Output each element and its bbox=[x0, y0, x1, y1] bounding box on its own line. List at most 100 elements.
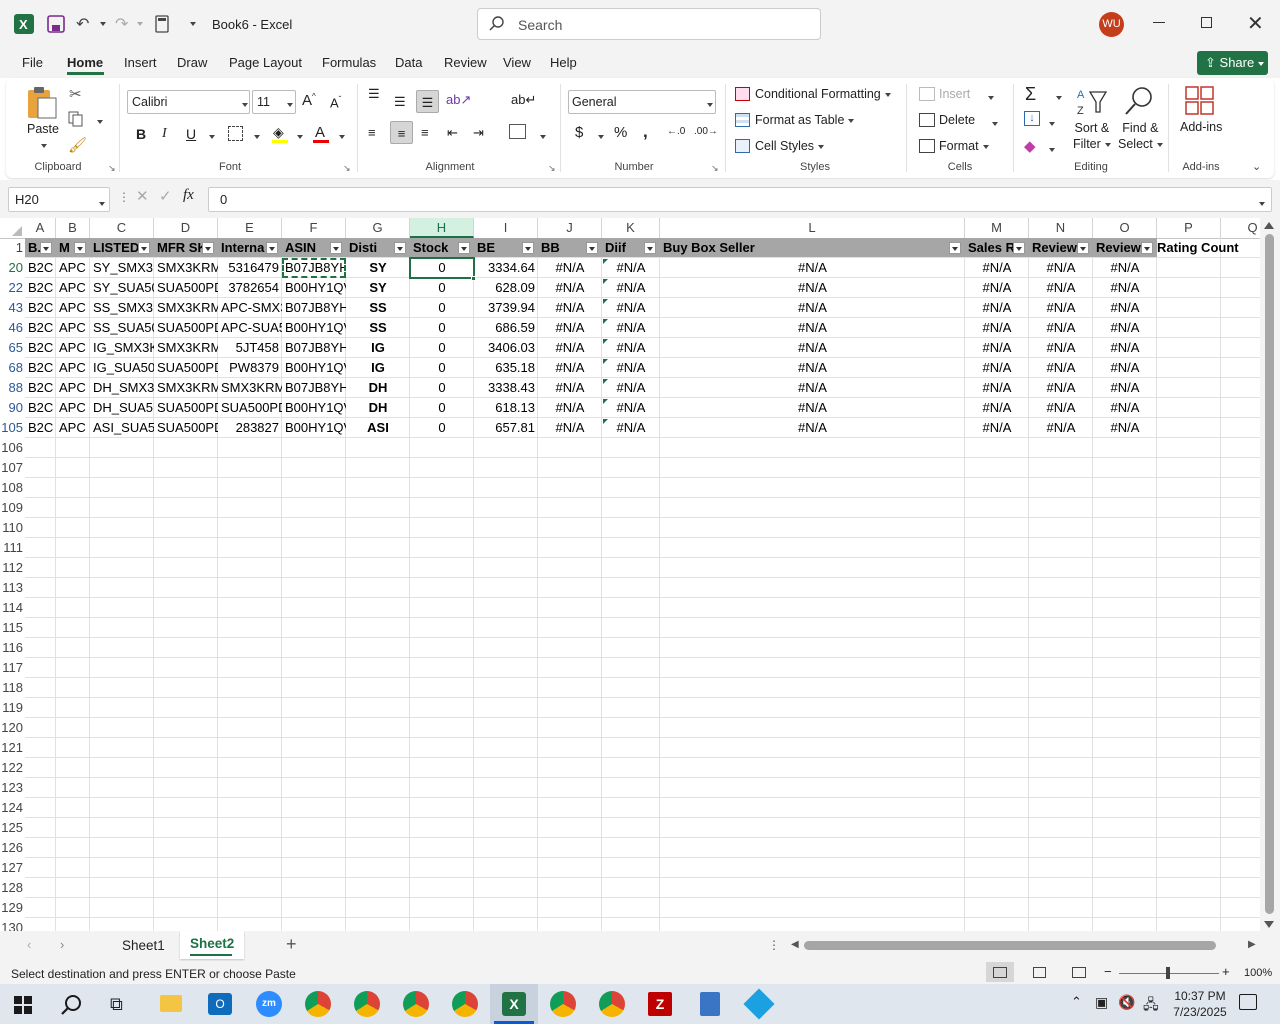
column-header-b[interactable]: B bbox=[56, 218, 90, 238]
filter-dropdown-icon[interactable] bbox=[330, 242, 342, 254]
add-ins-button[interactable]: Add-ins bbox=[1180, 120, 1222, 134]
table-cell[interactable]: #N/A bbox=[1029, 418, 1093, 438]
table-cell[interactable]: #N/A bbox=[965, 398, 1029, 418]
tab-draw[interactable]: Draw bbox=[177, 55, 207, 70]
tab-review[interactable]: Review bbox=[444, 55, 487, 70]
table-cell[interactable]: SY_SMX3K bbox=[90, 258, 154, 278]
format-as-table-button[interactable]: Format as Table bbox=[755, 113, 855, 127]
format-painter-icon[interactable]: 🖌 bbox=[68, 136, 87, 154]
vertical-scrollbar-thumb[interactable] bbox=[1265, 234, 1274, 914]
table-cell[interactable]: #N/A bbox=[965, 358, 1029, 378]
calculator-app-icon[interactable] bbox=[700, 992, 720, 1016]
table-cell[interactable]: #N/A bbox=[965, 378, 1029, 398]
table-cell[interactable]: #N/A bbox=[1029, 278, 1093, 298]
table-cell[interactable]: SUA500PD bbox=[154, 278, 218, 298]
table-cell[interactable]: 0 bbox=[410, 298, 474, 318]
tab-home[interactable]: Home bbox=[67, 55, 103, 70]
table-cell[interactable]: 283827 bbox=[218, 418, 282, 438]
table-cell[interactable]: #N/A bbox=[965, 298, 1029, 318]
row-header-120[interactable]: 120 bbox=[0, 718, 25, 738]
row-header-106[interactable]: 106 bbox=[0, 438, 25, 458]
table-cell[interactable]: ASI_SUA5 bbox=[90, 418, 154, 438]
chrome-profile-6-icon[interactable] bbox=[599, 991, 625, 1017]
row-header-90[interactable]: 90 bbox=[0, 398, 25, 418]
table-cell[interactable]: PW8379 bbox=[218, 358, 282, 378]
table-cell[interactable]: #N/A bbox=[1029, 338, 1093, 358]
vscroll-up-icon[interactable] bbox=[1264, 222, 1274, 229]
table-cell[interactable]: B2C bbox=[25, 298, 56, 318]
table-cell[interactable]: B07JB8YH bbox=[282, 378, 346, 398]
filter-dropdown-icon[interactable] bbox=[138, 242, 150, 254]
selected-cell-h20[interactable] bbox=[409, 257, 475, 279]
table-cell[interactable]: SUA500PD bbox=[154, 398, 218, 418]
row-header-65[interactable]: 65 bbox=[0, 338, 25, 358]
row-header-68[interactable]: 68 bbox=[0, 358, 25, 378]
row-header-123[interactable]: 123 bbox=[0, 778, 25, 798]
save-icon[interactable] bbox=[47, 15, 65, 33]
table-cell[interactable]: B2C bbox=[25, 358, 56, 378]
table-cell[interactable]: IG bbox=[346, 338, 410, 358]
italic-icon[interactable]: I bbox=[162, 126, 167, 142]
table-cell[interactable]: DH_SMX3 bbox=[90, 378, 154, 398]
zoom-level[interactable]: 100% bbox=[1244, 967, 1272, 979]
table-cell[interactable]: #N/A bbox=[1093, 398, 1157, 418]
delete-cells-button[interactable]: Delete bbox=[939, 113, 975, 127]
scroll-tabs-left-icon[interactable]: ‹ bbox=[27, 937, 31, 952]
chrome-profile-5-icon[interactable] bbox=[550, 991, 576, 1017]
table-cell[interactable]: SS bbox=[346, 318, 410, 338]
table-cell[interactable]: #N/A bbox=[602, 298, 660, 318]
table-cell[interactable]: 0 bbox=[410, 378, 474, 398]
number-launcher-icon[interactable]: ↘ bbox=[711, 163, 719, 174]
filter-dropdown-icon[interactable] bbox=[1077, 242, 1089, 254]
table-cell[interactable]: #N/A bbox=[1093, 418, 1157, 438]
table-cell[interactable]: SY bbox=[346, 258, 410, 278]
row-header-117[interactable]: 117 bbox=[0, 658, 25, 678]
decrease-decimal-icon[interactable]: .00→ bbox=[694, 126, 718, 137]
align-top-icon[interactable]: ☰ bbox=[368, 87, 380, 100]
table-cell[interactable]: IG bbox=[346, 358, 410, 378]
tab-insert[interactable]: Insert bbox=[124, 55, 157, 70]
clipboard-launcher-icon[interactable]: ↘ bbox=[108, 163, 116, 174]
font-launcher-icon[interactable]: ↘ bbox=[343, 163, 351, 174]
table-cell[interactable]: 635.18 bbox=[474, 358, 538, 378]
sort-filter-button[interactable]: Sort & Filter bbox=[1073, 120, 1111, 152]
table-cell[interactable]: SMX3KRM bbox=[154, 338, 218, 358]
table-cell[interactable]: APC bbox=[56, 418, 90, 438]
row-header-127[interactable]: 127 bbox=[0, 858, 25, 878]
table-cell[interactable]: APC bbox=[56, 398, 90, 418]
row-header-129[interactable]: 129 bbox=[0, 898, 25, 918]
column-header-c[interactable]: C bbox=[90, 218, 154, 238]
table-cell[interactable]: IG_SUA50 bbox=[90, 358, 154, 378]
column-header-f[interactable]: F bbox=[282, 218, 346, 238]
autosum-icon[interactable]: Σ bbox=[1025, 84, 1036, 105]
table-cell[interactable]: B2C bbox=[25, 398, 56, 418]
table-cell[interactable]: #N/A bbox=[1029, 298, 1093, 318]
vscroll-down-icon[interactable] bbox=[1264, 921, 1274, 928]
filezilla-icon[interactable]: Z bbox=[648, 992, 672, 1016]
table-cell[interactable]: SUA500PD bbox=[218, 398, 282, 418]
row-header-113[interactable]: 113 bbox=[0, 578, 25, 598]
sheet-tab-sheet1[interactable]: Sheet1 bbox=[122, 938, 165, 953]
merge-center-icon[interactable] bbox=[509, 124, 526, 139]
table-cell[interactable]: #N/A bbox=[602, 398, 660, 418]
tab-data[interactable]: Data bbox=[395, 55, 422, 70]
hscroll-right-icon[interactable]: ▶ bbox=[1248, 939, 1256, 950]
table-cell[interactable]: #N/A bbox=[1029, 378, 1093, 398]
table-cell[interactable]: B2C bbox=[25, 318, 56, 338]
column-header-j[interactable]: J bbox=[538, 218, 602, 238]
scroll-tabs-right-icon[interactable]: › bbox=[60, 937, 64, 952]
row-header-108[interactable]: 108 bbox=[0, 478, 25, 498]
table-cell[interactable]: #N/A bbox=[965, 418, 1029, 438]
row-header-130[interactable]: 130 bbox=[0, 918, 25, 931]
paste-button[interactable]: Paste bbox=[27, 122, 59, 136]
row-header-20[interactable]: 20 bbox=[0, 258, 25, 278]
bold-icon[interactable]: B bbox=[136, 126, 146, 142]
filter-dropdown-icon[interactable] bbox=[394, 242, 406, 254]
table-cell[interactable]: B00HY1QV bbox=[282, 418, 346, 438]
underline-icon[interactable]: U bbox=[186, 126, 196, 142]
table-cell[interactable]: #N/A bbox=[965, 318, 1029, 338]
table-cell[interactable]: #N/A bbox=[602, 358, 660, 378]
table-cell[interactable]: SS bbox=[346, 298, 410, 318]
table-cell[interactable]: B00HY1QV bbox=[282, 358, 346, 378]
table-cell[interactable]: #N/A bbox=[602, 278, 660, 298]
